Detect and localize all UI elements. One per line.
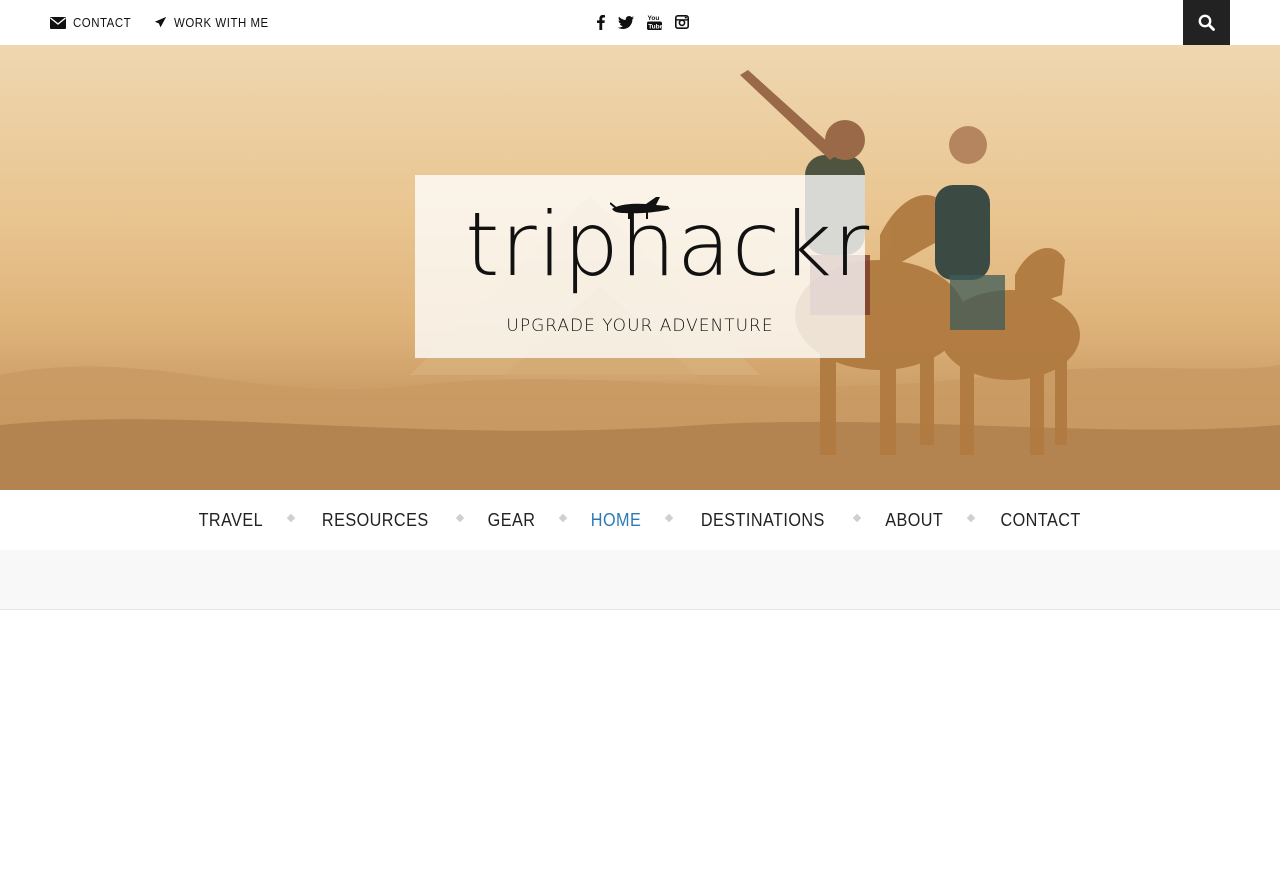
youtube-icon[interactable]: You Tube [647, 14, 662, 30]
main-navigation: Travel Resources Gear Home Destinations … [0, 490, 1280, 550]
hero-banner: triphackr UPGRADE YOUR ADVENTURE [0, 45, 1280, 490]
nav-separator [966, 513, 976, 523]
content-strip [0, 550, 1280, 610]
logo-tagline: UPGRADE YOUR ADVENTURE [506, 316, 774, 336]
nav-item-destinations[interactable]: Destinations [701, 510, 825, 531]
nav-separator [287, 513, 296, 523]
top-bar: Contact Work with me You Tube [0, 0, 1280, 45]
nav-item-contact[interactable]: Contact [1001, 510, 1081, 531]
envelope-icon [50, 16, 66, 29]
airplane-icon [154, 16, 167, 28]
nav-separator [852, 513, 861, 523]
work-with-me-link[interactable]: Work with me [154, 15, 282, 30]
social-links: You Tube [597, 12, 702, 32]
search-button[interactable] [1183, 0, 1230, 45]
nav-item-gear[interactable]: Gear [488, 510, 536, 531]
nav-separator [455, 513, 465, 523]
nav-item-home[interactable]: Home [591, 510, 641, 531]
work-with-me-label: Work with me [174, 15, 269, 30]
instagram-icon[interactable] [675, 15, 689, 29]
contact-link-label: Contact [73, 15, 132, 30]
svg-text:You: You [648, 15, 660, 22]
search-icon [1198, 14, 1215, 31]
nav-item-travel[interactable]: Travel [198, 510, 263, 531]
nav-separator [664, 513, 674, 523]
svg-text:Tube: Tube [648, 23, 662, 30]
facebook-icon[interactable] [597, 14, 605, 30]
twitter-icon[interactable] [618, 15, 634, 29]
contact-link[interactable]: Contact [50, 15, 139, 30]
logo-wordmark: triphackr [465, 193, 871, 296]
site-logo[interactable]: triphackr UPGRADE YOUR ADVENTURE [415, 175, 871, 358]
top-links: Contact Work with me [50, 0, 297, 45]
nav-item-about[interactable]: About [885, 510, 943, 531]
nav-separator [558, 513, 568, 523]
nav-item-resources[interactable]: Resources [322, 510, 429, 531]
